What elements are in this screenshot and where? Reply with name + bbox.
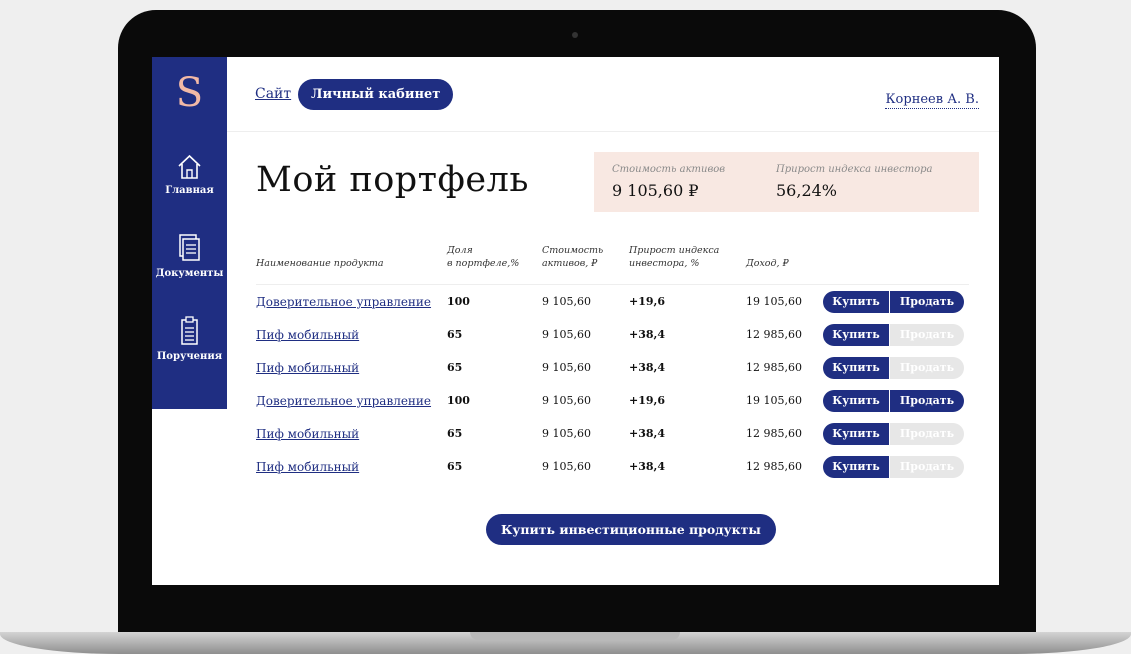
income-cell: 12 985,60 xyxy=(746,361,802,374)
value-cell: 9 105,60 xyxy=(542,460,591,473)
top-bar: Сайт Личный кабинет Корнеев А. В. xyxy=(227,57,999,132)
buy-button[interactable]: Купить xyxy=(823,291,889,313)
assets-value: 9 105,60 ₽ xyxy=(612,181,699,200)
camera-icon xyxy=(572,32,578,38)
table-row: Доверительное управление 100 9 105,60 +1… xyxy=(256,384,969,417)
buy-button[interactable]: Купить xyxy=(823,357,889,379)
column-header: Прирост индекса инвестора, % xyxy=(629,245,720,269)
portfolio-table: Наименование продукта Доля в портфеле,% … xyxy=(256,238,969,483)
personal-cabinet-button[interactable]: Личный кабинет xyxy=(298,79,454,110)
table-row: Пиф мобильный 65 9 105,60 +38,4 12 985,6… xyxy=(256,318,969,351)
sidebar-item-label: Поручения xyxy=(156,351,223,362)
growth-stat: Прирост индекса инвестора 56,24% xyxy=(776,164,932,200)
sidebar-item-label: Документы xyxy=(155,268,224,279)
column-header: Стоимость активов, ₽ xyxy=(542,245,604,269)
share-cell: 100 xyxy=(447,295,470,308)
laptop-notch xyxy=(470,632,680,640)
documents-icon xyxy=(179,234,200,261)
home-icon xyxy=(178,154,201,179)
product-name-link[interactable]: Доверительное управление xyxy=(256,394,431,408)
sidebar-item-documents[interactable]: Документы xyxy=(152,232,227,279)
sell-button[interactable]: Продать xyxy=(890,390,964,412)
growth-label: Прирост индекса инвестора xyxy=(776,164,933,175)
sell-button: Продать xyxy=(890,357,964,379)
product-name-link[interactable]: Пиф мобильный xyxy=(256,328,359,342)
table-row: Пиф мобильный 65 9 105,60 +38,4 12 985,6… xyxy=(256,351,969,384)
share-cell: 65 xyxy=(447,460,463,473)
share-cell: 100 xyxy=(447,394,470,407)
sidebar-item-label: Главная xyxy=(165,185,214,196)
share-cell: 65 xyxy=(447,361,463,374)
growth-cell: +19,6 xyxy=(629,295,666,308)
product-name-link[interactable]: Пиф мобильный xyxy=(256,361,359,375)
logo-icon: S xyxy=(175,70,204,116)
column-header: Доход, ₽ xyxy=(746,258,789,269)
growth-cell: +38,4 xyxy=(629,328,666,341)
buy-button[interactable]: Купить xyxy=(823,423,889,445)
product-name-link[interactable]: Пиф мобильный xyxy=(256,427,359,441)
sell-button: Продать xyxy=(890,456,964,478)
table-row: Пиф мобильный 65 9 105,60 +38,4 12 985,6… xyxy=(256,450,969,483)
assets-stat: Стоимость активов 9 105,60 ₽ xyxy=(612,164,725,200)
buy-button[interactable]: Купить xyxy=(823,324,889,346)
value-cell: 9 105,60 xyxy=(542,427,591,440)
sidebar-item-orders[interactable]: Поручения xyxy=(152,315,227,362)
growth-cell: +38,4 xyxy=(629,427,666,440)
product-name-link[interactable]: Пиф мобильный xyxy=(256,460,359,474)
buy-button[interactable]: Купить xyxy=(823,456,889,478)
sell-button: Продать xyxy=(890,423,964,445)
income-cell: 19 105,60 xyxy=(746,394,802,407)
product-name-link[interactable]: Доверительное управление xyxy=(256,295,431,309)
income-cell: 12 985,60 xyxy=(746,427,802,440)
table-row: Пиф мобильный 65 9 105,60 +38,4 12 985,6… xyxy=(256,417,969,450)
sidebar-item-home[interactable]: Главная xyxy=(152,149,227,196)
growth-value: 56,24% xyxy=(776,181,838,200)
buy-button[interactable]: Купить xyxy=(823,390,889,412)
site-link[interactable]: Сайт xyxy=(255,86,291,102)
income-cell: 12 985,60 xyxy=(746,328,802,341)
growth-cell: +19,6 xyxy=(629,394,666,407)
buy-investment-products-button[interactable]: Купить инвестиционные продукты xyxy=(486,514,776,545)
value-cell: 9 105,60 xyxy=(542,295,591,308)
income-cell: 12 985,60 xyxy=(746,460,802,473)
table-header: Наименование продукта Доля в портфеле,% … xyxy=(256,238,969,285)
sell-button[interactable]: Продать xyxy=(890,291,964,313)
column-header: Наименование продукта xyxy=(256,258,384,269)
clipboard-icon xyxy=(181,316,198,345)
portfolio-stats-panel: Стоимость активов 9 105,60 ₽ Прирост инд… xyxy=(594,152,979,212)
table-body: Доверительное управление 100 9 105,60 +1… xyxy=(256,285,969,483)
page-title: Мой портфель xyxy=(256,160,529,200)
app-screen: S Главная Документы Поручения Сайт Личны… xyxy=(152,57,999,585)
assets-label: Стоимость активов xyxy=(612,164,726,175)
share-cell: 65 xyxy=(447,427,463,440)
growth-cell: +38,4 xyxy=(629,460,666,473)
user-name-link[interactable]: Корнеев А. В. xyxy=(885,92,979,109)
value-cell: 9 105,60 xyxy=(542,394,591,407)
income-cell: 19 105,60 xyxy=(746,295,802,308)
sell-button: Продать xyxy=(890,324,964,346)
table-row: Доверительное управление 100 9 105,60 +1… xyxy=(256,285,969,318)
value-cell: 9 105,60 xyxy=(542,328,591,341)
column-header: Доля в портфеле,% xyxy=(447,245,520,269)
value-cell: 9 105,60 xyxy=(542,361,591,374)
sidebar: S Главная Документы Поручения xyxy=(152,57,227,409)
growth-cell: +38,4 xyxy=(629,361,666,374)
share-cell: 65 xyxy=(447,328,463,341)
